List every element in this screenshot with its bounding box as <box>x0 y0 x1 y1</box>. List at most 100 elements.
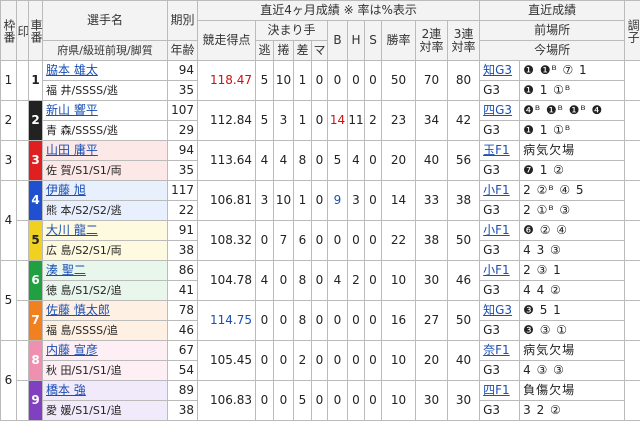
racer-pref: 青 森/SSSS/逃 <box>42 120 168 141</box>
kimarite-makuri: 4 <box>273 140 294 181</box>
col-nenrei: 年齢 <box>167 40 198 61</box>
racer-pref: 広 島/S2/S1/両 <box>42 240 168 261</box>
kimarite-makuri: 10 <box>273 60 294 101</box>
age-cell: 22 <box>167 200 198 221</box>
shirushi-cell[interactable] <box>16 180 29 221</box>
age-cell: 41 <box>167 280 198 301</box>
table-row: 6 8 内藤 宣彦 67 105.45 0 0 2 0 0 0 0 10 20 40 奈F1 病気欠場 <box>0 340 640 421</box>
col-shaban: 車番 <box>28 0 43 61</box>
ren2-rate: 27 <box>415 300 448 341</box>
shirushi-cell[interactable] <box>16 100 29 141</box>
kimarite-sashi: 1 <box>293 60 312 101</box>
col-prev-venue: 前場所 <box>479 20 626 41</box>
score-cell: 112.84 <box>197 100 256 141</box>
curr-race: G3 <box>479 120 521 141</box>
curr-race: G3 <box>479 280 521 301</box>
car-number: 3 <box>28 140 43 181</box>
racer-name-link[interactable]: 内藤 宣彦 <box>42 340 168 361</box>
col-recent4: 直近4ヶ月成績 ※ 率は%表示 <box>196 0 481 21</box>
shirushi-cell[interactable] <box>16 140 29 181</box>
racer-name-link[interactable]: 脇本 雄太 <box>42 60 168 81</box>
racer-name-link[interactable]: 湊 聖二 <box>42 260 168 281</box>
shirushi-cell[interactable] <box>16 340 29 381</box>
racer-pref: 佐 賀/S1/S1/両 <box>42 160 168 181</box>
table-row: 5 大川 龍二 91 108.32 0 7 6 0 0 0 0 22 38 50 小F1 ❻ ② ④ <box>1 220 640 261</box>
ren3-rate: 50 <box>446 300 481 341</box>
kimarite-nige: 5 <box>255 100 274 141</box>
kimarite-nige: 0 <box>255 380 274 421</box>
racer-name-link[interactable]: 佐藤 慎太郎 <box>42 300 168 321</box>
table-row: 3 3 山田 庸平 94 113.64 4 4 8 0 5 4 0 20 40 56 玉F1 病気欠場 <box>0 140 640 181</box>
table-row: 2 2 新山 響平 107 112.84 5 3 1 0 14 11 2 23 34 42 四G3 ❹ᴮ ❶ᴮ … <box>0 100 640 141</box>
ren3-rate: 46 <box>446 260 481 301</box>
home-count: 0 <box>347 60 365 101</box>
start-count: 0 <box>364 60 382 101</box>
kibetsu-cell: 86 <box>167 260 198 281</box>
back-count: 0 <box>327 220 348 261</box>
prev-marks: ❸ 5 1 <box>519 300 626 321</box>
chosei-cell <box>624 340 640 381</box>
prev-race-link[interactable]: 玉F1 <box>479 140 521 161</box>
prev-race-link[interactable]: 知G3 <box>479 60 521 81</box>
prev-race-link[interactable]: 四G3 <box>479 100 521 121</box>
win-rate: 20 <box>381 140 416 181</box>
col-waku: 枠番 <box>0 0 17 61</box>
ren3-rate: 56 <box>446 140 481 181</box>
shirushi-cell[interactable] <box>16 60 29 101</box>
shirushi-cell[interactable] <box>16 300 29 341</box>
racer-name-link[interactable]: 伊藤 旭 <box>42 180 168 201</box>
racer-name-link[interactable]: 橋本 強 <box>42 380 168 401</box>
prev-race-link[interactable]: 奈F1 <box>479 340 521 361</box>
back-count: 9 <box>327 180 348 221</box>
kimarite-ma: 0 <box>311 340 328 381</box>
curr-race: G3 <box>479 160 521 181</box>
home-count: 3 <box>347 180 365 221</box>
shirushi-cell[interactable] <box>16 380 29 421</box>
col-s: S <box>364 20 382 61</box>
ren2-rate: 34 <box>415 100 448 141</box>
ren3-rate: 38 <box>446 180 481 221</box>
home-count: 2 <box>347 260 365 301</box>
kimarite-makuri: 0 <box>273 380 294 421</box>
age-cell: 38 <box>167 400 198 421</box>
kimarite-makuri: 7 <box>273 220 294 261</box>
kimarite-sashi: 8 <box>293 140 312 181</box>
prev-race-link[interactable]: 知G3 <box>479 300 521 321</box>
car-number: 2 <box>28 100 43 141</box>
racer-name-link[interactable]: 新山 響平 <box>42 100 168 121</box>
racer-name-link[interactable]: 大川 龍二 <box>42 220 168 241</box>
score-cell: 106.81 <box>197 180 256 221</box>
racer-name-link[interactable]: 山田 庸平 <box>42 140 168 161</box>
col-nige: 逃 <box>255 40 274 61</box>
kimarite-nige: 0 <box>255 300 274 341</box>
start-count: 0 <box>364 380 382 421</box>
kibetsu-cell: 78 <box>167 300 198 321</box>
prev-race-link[interactable]: 小F1 <box>479 220 521 241</box>
curr-race: G3 <box>479 240 521 261</box>
win-rate: 22 <box>381 220 416 261</box>
kimarite-makuri: 10 <box>273 180 294 221</box>
prev-race-link[interactable]: 小F1 <box>479 180 521 201</box>
ren2-rate: 20 <box>415 340 448 381</box>
kimarite-nige: 5 <box>255 60 274 101</box>
col-b: B <box>327 20 348 61</box>
col-recent-results: 直近成績 <box>479 0 626 21</box>
prev-race-link[interactable]: 四F1 <box>479 380 521 401</box>
score-cell: 104.78 <box>197 260 256 301</box>
age-cell: 29 <box>167 120 198 141</box>
col-curr-venue: 今場所 <box>479 40 626 61</box>
racer-pref: 愛 媛/S1/S1/追 <box>42 400 168 421</box>
prev-race-link[interactable]: 小F1 <box>479 260 521 281</box>
shirushi-cell[interactable] <box>16 260 29 301</box>
home-count: 0 <box>347 220 365 261</box>
kimarite-makuri: 0 <box>273 260 294 301</box>
curr-marks: 4 ③ ③ <box>519 360 626 381</box>
start-count: 0 <box>364 180 382 221</box>
shirushi-cell[interactable] <box>16 220 29 261</box>
back-count: 0 <box>327 300 348 341</box>
score-cell: 108.32 <box>197 220 256 261</box>
chosei-cell <box>624 380 640 421</box>
prev-marks: 負傷欠場 <box>519 380 626 401</box>
kimarite-nige: 4 <box>255 260 274 301</box>
ren2-rate: 30 <box>415 380 448 421</box>
